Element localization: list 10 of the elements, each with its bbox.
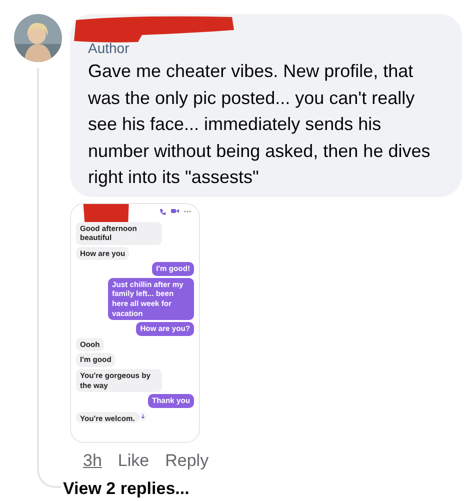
phone-icon (159, 208, 166, 214)
comment-text: Gave me cheater vibes. New profile, that was the only pic posted... you can't really see his face... immediately sends his number without being asked, then he dives right into its "assests" (88, 60, 432, 189)
view-replies-link[interactable]: View 2 replies... (63, 478, 474, 498)
more-icon (184, 210, 191, 212)
down-arrow-icon (138, 412, 147, 421)
video-icon (171, 208, 179, 214)
author-label: Author (88, 40, 130, 56)
action-link[interactable]: Like (118, 450, 150, 470)
timestamp[interactable]: 3h (83, 450, 102, 470)
action-link[interactable]: Reply (165, 450, 209, 470)
